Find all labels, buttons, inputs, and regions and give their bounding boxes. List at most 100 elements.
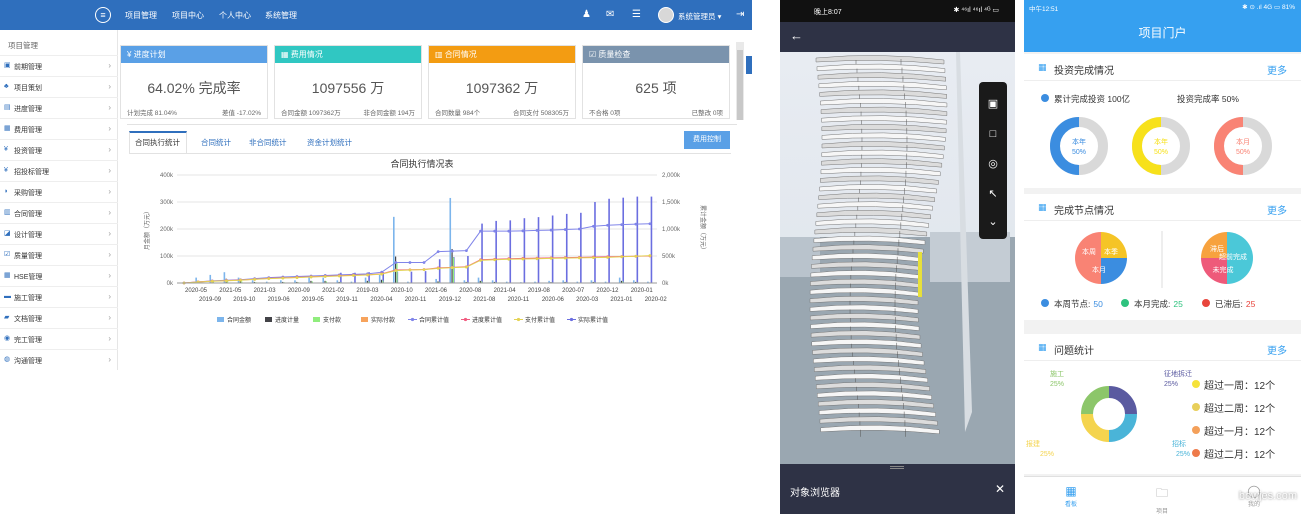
bar-actual-cumulative	[580, 213, 582, 283]
sidebar-item[interactable]: ◉完工管理›	[0, 328, 118, 349]
issue-item[interactable]: 超过一月：12个	[1204, 423, 1275, 438]
back-arrow-icon[interactable]: ←	[790, 28, 803, 43]
legend-label[interactable]: 实际累计值	[578, 316, 608, 324]
sidebar-item[interactable]: ▦HSE管理›	[0, 265, 118, 286]
chat-icon[interactable]: ✉	[606, 9, 614, 20]
tab-contract-stats[interactable]: 合同统计	[201, 137, 231, 148]
issue-segment	[1109, 392, 1131, 414]
watermark: bowjes.com	[1239, 490, 1297, 502]
issue-value: 25%	[1040, 451, 1054, 458]
sidebar-item[interactable]: ◍沟通管理›	[0, 349, 118, 370]
yen-icon: ¥	[4, 167, 12, 175]
kpi-title: 进度计划	[134, 50, 166, 59]
sidebar-item[interactable]: ▦费用管理›	[0, 118, 118, 139]
issue-dot	[1192, 449, 1200, 457]
pie-label: 本月	[1092, 265, 1106, 274]
drag-handle[interactable]	[890, 466, 904, 469]
issues-more-link[interactable]: 更多	[1267, 342, 1287, 357]
x-tick-label: 2019-05	[302, 297, 325, 303]
cube-outline-icon[interactable]: □	[985, 126, 1001, 142]
invest-title: 投资完成情况	[1054, 62, 1114, 77]
invest-total: 累计完成投资 100亿	[1054, 93, 1130, 105]
close-icon[interactable]: ✕	[995, 482, 1005, 496]
x-tick-label: 2019-12	[439, 297, 462, 303]
x-tick-label: 2020-10	[391, 288, 414, 294]
object-browser-label[interactable]: 对象浏览器	[790, 484, 840, 499]
cursor-eye-icon[interactable]: ↖	[985, 186, 1001, 202]
invest-more-link[interactable]: 更多	[1267, 62, 1287, 77]
line-payment-cumulative-point	[479, 259, 482, 262]
y-tick-right: 500k	[662, 254, 676, 260]
tab-fund-plan[interactable]: 资金计划统计	[307, 137, 352, 148]
cube-icon[interactable]: ▣	[985, 96, 1001, 112]
logout-icon[interactable]: ⇥	[736, 9, 744, 20]
design-icon: ◪	[4, 230, 12, 238]
status-icons: ✱ ⁴⁶ıl ⁴⁶ıl ⁴ᴳ ▭	[953, 6, 999, 14]
tab-contract-execution[interactable]: 合同执行统计	[135, 137, 180, 148]
status-bar: 晚上8:07 ✱ ⁴⁶ıl ⁴⁶ıl ⁴ᴳ ▭	[780, 0, 1015, 22]
money-icon: ▦	[281, 50, 291, 59]
kpi-title: 费用情况	[291, 50, 323, 59]
pie-label: 本周	[1082, 247, 1096, 256]
list-icon[interactable]: ☰	[632, 9, 641, 20]
kpi-right-stat: 差值 -17.02%	[222, 107, 261, 117]
legend-label[interactable]: 进度计量	[275, 316, 299, 324]
pie-label: 本季	[1104, 247, 1118, 256]
line-payment-cumulative-point	[310, 276, 313, 279]
cost-control-button[interactable]: 费用控制	[684, 131, 730, 149]
line-contract-cumulative-point	[592, 225, 595, 228]
sidebar-item[interactable]: ▤进度管理›	[0, 97, 118, 118]
sidebar-item[interactable]: ◗采购管理›	[0, 181, 118, 202]
user-name[interactable]: 系统管理员 ▾	[678, 11, 721, 22]
sidebar-item[interactable]: ▰文档管理›	[0, 307, 118, 328]
x-tick-label: 2020-01	[631, 288, 654, 294]
donut-label: 本年	[1072, 137, 1086, 146]
scrollbar-thumb[interactable]	[737, 50, 743, 120]
legend-label[interactable]: 实际付款	[371, 316, 395, 324]
sidebar-item[interactable]: ¥招投标管理›	[0, 160, 118, 181]
collapse-icon[interactable]: ⌄	[985, 214, 1001, 230]
chevron-right-icon: ›	[108, 166, 111, 175]
invest-rate: 投资完成率 50%	[1177, 93, 1239, 105]
tab-noncontract-stats[interactable]: 非合同统计	[249, 137, 287, 148]
sidebar-item[interactable]: ☑质量管理›	[0, 244, 118, 265]
stat-value: 25	[1173, 299, 1182, 309]
sidebar-item[interactable]: ◪设计管理›	[0, 223, 118, 244]
sidebar-item[interactable]: ♣项目策划›	[0, 76, 118, 97]
floor-slab	[820, 176, 938, 185]
floor-slab	[815, 227, 927, 236]
issue-item[interactable]: 超过二周：12个	[1204, 400, 1275, 415]
nodes-more-link[interactable]: 更多	[1267, 202, 1287, 217]
nav-item[interactable]: 项目管理	[125, 10, 157, 21]
sidebar-item[interactable]: ▬施工管理›	[0, 286, 118, 307]
sidebar-item[interactable]: ▥合同管理›	[0, 202, 118, 223]
nav-item[interactable]: 个人中心	[219, 10, 251, 21]
kpi-value: 1097362 万	[429, 78, 575, 98]
user-icon[interactable]: ♟	[582, 9, 591, 20]
line-contract-cumulative	[184, 224, 650, 283]
sidebar-item[interactable]: ▣前期管理›	[0, 55, 118, 76]
line-contract-cumulative-point	[521, 229, 524, 232]
legend-label[interactable]: 合同金额	[227, 316, 251, 324]
issue-item[interactable]: 超过二月：12个	[1204, 446, 1275, 461]
legend-label[interactable]: 合同累计值	[419, 316, 449, 324]
nav-item[interactable]: 系统管理	[265, 10, 297, 21]
legend-label[interactable]: 支付累计值	[525, 316, 555, 324]
legend-label[interactable]: 进度累计值	[472, 316, 502, 324]
menu-toggle-button[interactable]: ≡	[95, 7, 111, 23]
issue-item[interactable]: 超过一周：12个	[1204, 377, 1275, 392]
kpi-left-stat: 合同金额 1097362万	[281, 107, 341, 117]
node-stat: 本月完成:25	[1134, 298, 1183, 310]
nav-item[interactable]: 项目中心	[172, 10, 204, 21]
tab-dashboard[interactable]: ▦看板	[1051, 484, 1091, 508]
donut-value: 50%	[1154, 149, 1168, 156]
sidebar-item[interactable]: ¥投资管理›	[0, 139, 118, 160]
avatar[interactable]	[658, 7, 674, 23]
kpi-right-stat: 合同支付 508305万	[513, 107, 569, 117]
pie-label: 超前完成	[1219, 252, 1247, 261]
target-icon[interactable]: ◎	[985, 156, 1001, 172]
legend-label[interactable]: 支付款	[323, 316, 341, 324]
tab-projects[interactable]: 🗀项目	[1142, 484, 1182, 515]
line-payment-cumulative-point	[267, 277, 270, 280]
chevron-right-icon: ›	[108, 208, 111, 217]
